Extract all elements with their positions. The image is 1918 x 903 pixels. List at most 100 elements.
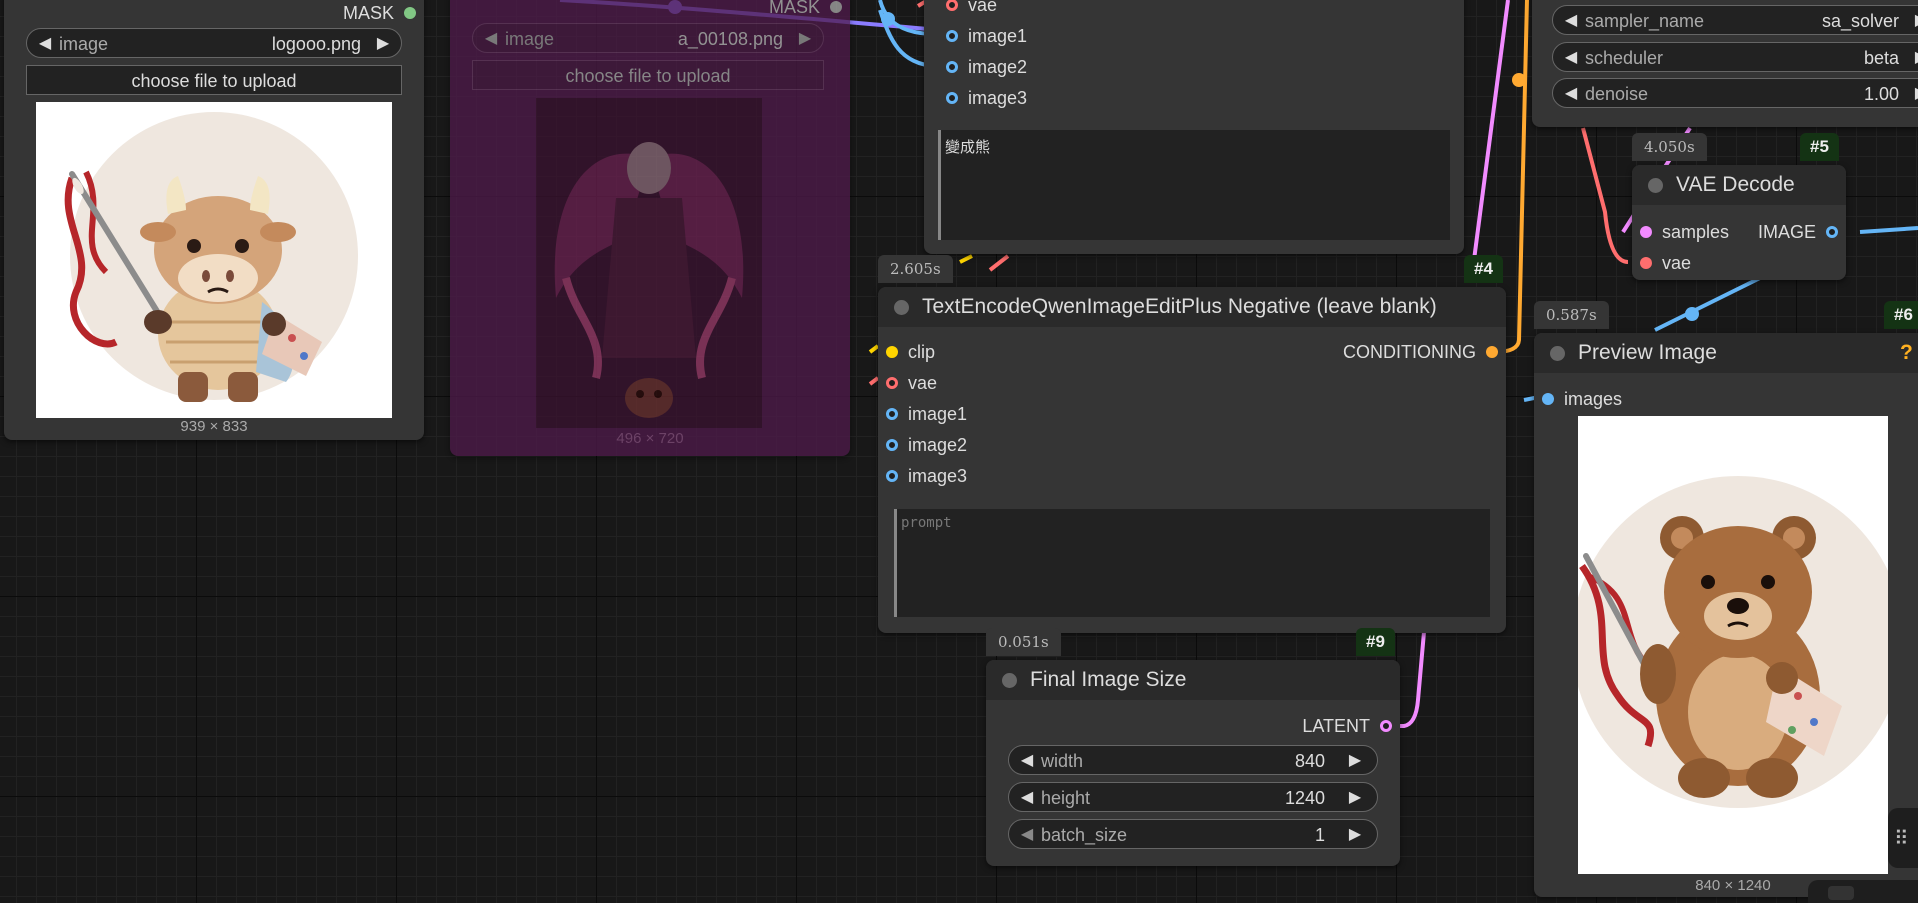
widget-value: logooo.png [271, 34, 361, 54]
image3-input-socket[interactable] [886, 470, 898, 482]
image-combo-widget[interactable]: ◀ image a_00108.png ▶ [472, 23, 824, 53]
arrow-right-icon[interactable]: ▶ [1909, 79, 1918, 109]
node-title[interactable]: TextEncodeQwenImageEditPlus Negative (le… [878, 287, 1506, 327]
input-image3[interactable]: image3 [886, 465, 967, 487]
output-conditioning[interactable]: CONDITIONING [1343, 341, 1498, 363]
input-image2[interactable]: image2 [946, 56, 1028, 78]
input-vae[interactable]: vae [886, 372, 937, 394]
arrow-right-icon[interactable]: ▶ [1909, 6, 1918, 36]
image-combo-widget[interactable]: ◀ image logooo.png ▶ [26, 28, 402, 58]
mask-output[interactable]: MASK [343, 2, 416, 24]
link-midpoint [1685, 307, 1699, 321]
output-label: IMAGE [1757, 222, 1816, 242]
arrow-right-icon[interactable]: ▶ [1909, 43, 1918, 73]
link-midpoint [881, 12, 895, 26]
mask-output[interactable]: MASK [769, 0, 842, 18]
batch-size-widget[interactable]: ◀ batch_size 1 ▶ [1008, 819, 1378, 849]
input-image3[interactable]: image3 [946, 87, 1027, 109]
output-image[interactable]: IMAGE [1757, 221, 1838, 243]
image2-input-socket[interactable] [886, 439, 898, 451]
images-input-socket[interactable] [1542, 393, 1554, 405]
input-label: image2 [968, 57, 1028, 77]
bottom-toolbar[interactable] [1808, 880, 1918, 903]
image3-input-socket[interactable] [946, 92, 958, 104]
text-encode-positive-node[interactable]: vae image1 image2 image3 變成熊 [924, 0, 1464, 254]
height-widget[interactable]: ◀ height 1240 ▶ [1008, 782, 1378, 812]
vae-decode-node[interactable]: VAE Decode samples vae IMAGE [1632, 165, 1846, 280]
arrow-left-icon[interactable]: ◀ [1559, 6, 1583, 36]
collapse-toggle[interactable] [1550, 346, 1565, 361]
widget-value: a_00108.png [677, 29, 783, 49]
node-title[interactable]: VAE Decode [1632, 165, 1846, 205]
link-midpoint [1512, 73, 1526, 87]
mask-output-socket[interactable] [830, 1, 842, 13]
image1-input-socket[interactable] [946, 30, 958, 42]
output-latent[interactable]: LATENT [1302, 715, 1392, 737]
input-images[interactable]: images [1542, 388, 1622, 410]
link-clip-up [959, 254, 973, 264]
input-image1[interactable]: image1 [946, 25, 1027, 47]
arrow-left-icon[interactable]: ◀ [33, 29, 57, 59]
width-widget[interactable]: ◀ width 840 ▶ [1008, 745, 1378, 775]
collapse-toggle[interactable] [1648, 178, 1663, 193]
arrow-right-icon[interactable]: ▶ [371, 29, 395, 59]
vae-input-socket[interactable] [946, 0, 958, 11]
input-vae[interactable]: vae [946, 0, 997, 16]
widget-label: image [505, 29, 555, 49]
upload-button[interactable]: choose file to upload [472, 60, 824, 90]
samples-input-socket[interactable] [1640, 226, 1652, 238]
ksampler-node[interactable]: ◀ sampler_name sa_solver ▶ ◀ scheduler b… [1532, 0, 1918, 127]
conditioning-output-socket[interactable] [1486, 346, 1498, 358]
link-vae-red [1581, 127, 1629, 264]
arrow-right-icon[interactable]: ▶ [1343, 746, 1367, 776]
input-samples[interactable]: samples [1640, 221, 1729, 243]
arrow-right-icon[interactable]: ▶ [793, 24, 817, 54]
side-toolbar[interactable]: ⠿ [1888, 808, 1918, 868]
denoise-widget[interactable]: ◀ denoise 1.00 ▶ [1552, 78, 1918, 108]
node-title[interactable]: Final Image Size [986, 660, 1400, 700]
input-image2[interactable]: image2 [886, 434, 967, 456]
widget-value: 1240 [1284, 788, 1325, 808]
arrow-right-icon[interactable]: ▶ [1343, 783, 1367, 813]
help-icon[interactable]: ? [1900, 333, 1913, 373]
latent-output-socket[interactable] [1380, 720, 1392, 732]
image-output-socket[interactable] [1826, 226, 1838, 238]
mask-output-socket[interactable] [404, 7, 416, 19]
arrow-left-icon[interactable]: ◀ [1015, 783, 1039, 813]
sampler-name-widget[interactable]: ◀ sampler_name sa_solver ▶ [1552, 5, 1918, 35]
load-image-node-bypassed[interactable]: MASK ◀ image a_00108.png ▶ choose file t… [450, 0, 850, 456]
arrow-left-icon[interactable]: ◀ [479, 24, 503, 54]
collapse-toggle[interactable] [894, 300, 909, 315]
prompt-textarea[interactable]: 變成熊 [938, 130, 1450, 240]
arrow-left-icon[interactable]: ◀ [1015, 820, 1039, 850]
vae-input-socket[interactable] [886, 377, 898, 389]
arrow-right-icon[interactable]: ▶ [1343, 820, 1367, 850]
image1-input-socket[interactable] [886, 408, 898, 420]
input-clip[interactable]: clip [886, 341, 935, 363]
image2-input-socket[interactable] [946, 61, 958, 73]
widget-value: sa_solver [1821, 11, 1899, 31]
widget-label: width [1041, 751, 1084, 771]
upload-button[interactable]: choose file to upload [26, 65, 402, 95]
prompt-textarea[interactable]: prompt [894, 509, 1490, 617]
scheduler-widget[interactable]: ◀ scheduler beta ▶ [1552, 42, 1918, 72]
clip-input-socket[interactable] [886, 346, 898, 358]
vae-input-socket[interactable] [1640, 257, 1652, 269]
image-dimensions: 496 × 720 [616, 430, 684, 447]
node-title[interactable]: Preview Image ? [1534, 333, 1918, 373]
arrow-left-icon[interactable]: ◀ [1559, 79, 1583, 109]
final-image-size-node[interactable]: Final Image Size LATENT ◀ width 840 ▶ ◀ … [986, 660, 1400, 866]
arrow-left-icon[interactable]: ◀ [1015, 746, 1039, 776]
pointer-icon[interactable] [1828, 886, 1854, 900]
image-preview-bear [1578, 416, 1888, 874]
collapse-toggle[interactable] [1002, 673, 1017, 688]
arrow-left-icon[interactable]: ◀ [1559, 43, 1583, 73]
input-image1[interactable]: image1 [886, 403, 967, 425]
exec-time-badge: 2.605s [878, 255, 953, 283]
text-encode-negative-node[interactable]: TextEncodeQwenImageEditPlus Negative (le… [878, 287, 1506, 633]
drag-handle-icon[interactable]: ⠿ [1894, 826, 1909, 851]
preview-image-node[interactable]: Preview Image ? images 840 × 1240 [1534, 333, 1918, 897]
input-vae[interactable]: vae [1640, 252, 1691, 274]
load-image-node[interactable]: MASK ◀ image logooo.png ▶ choose file to… [4, 0, 424, 440]
exec-time-badge: 0.587s [1534, 301, 1609, 329]
